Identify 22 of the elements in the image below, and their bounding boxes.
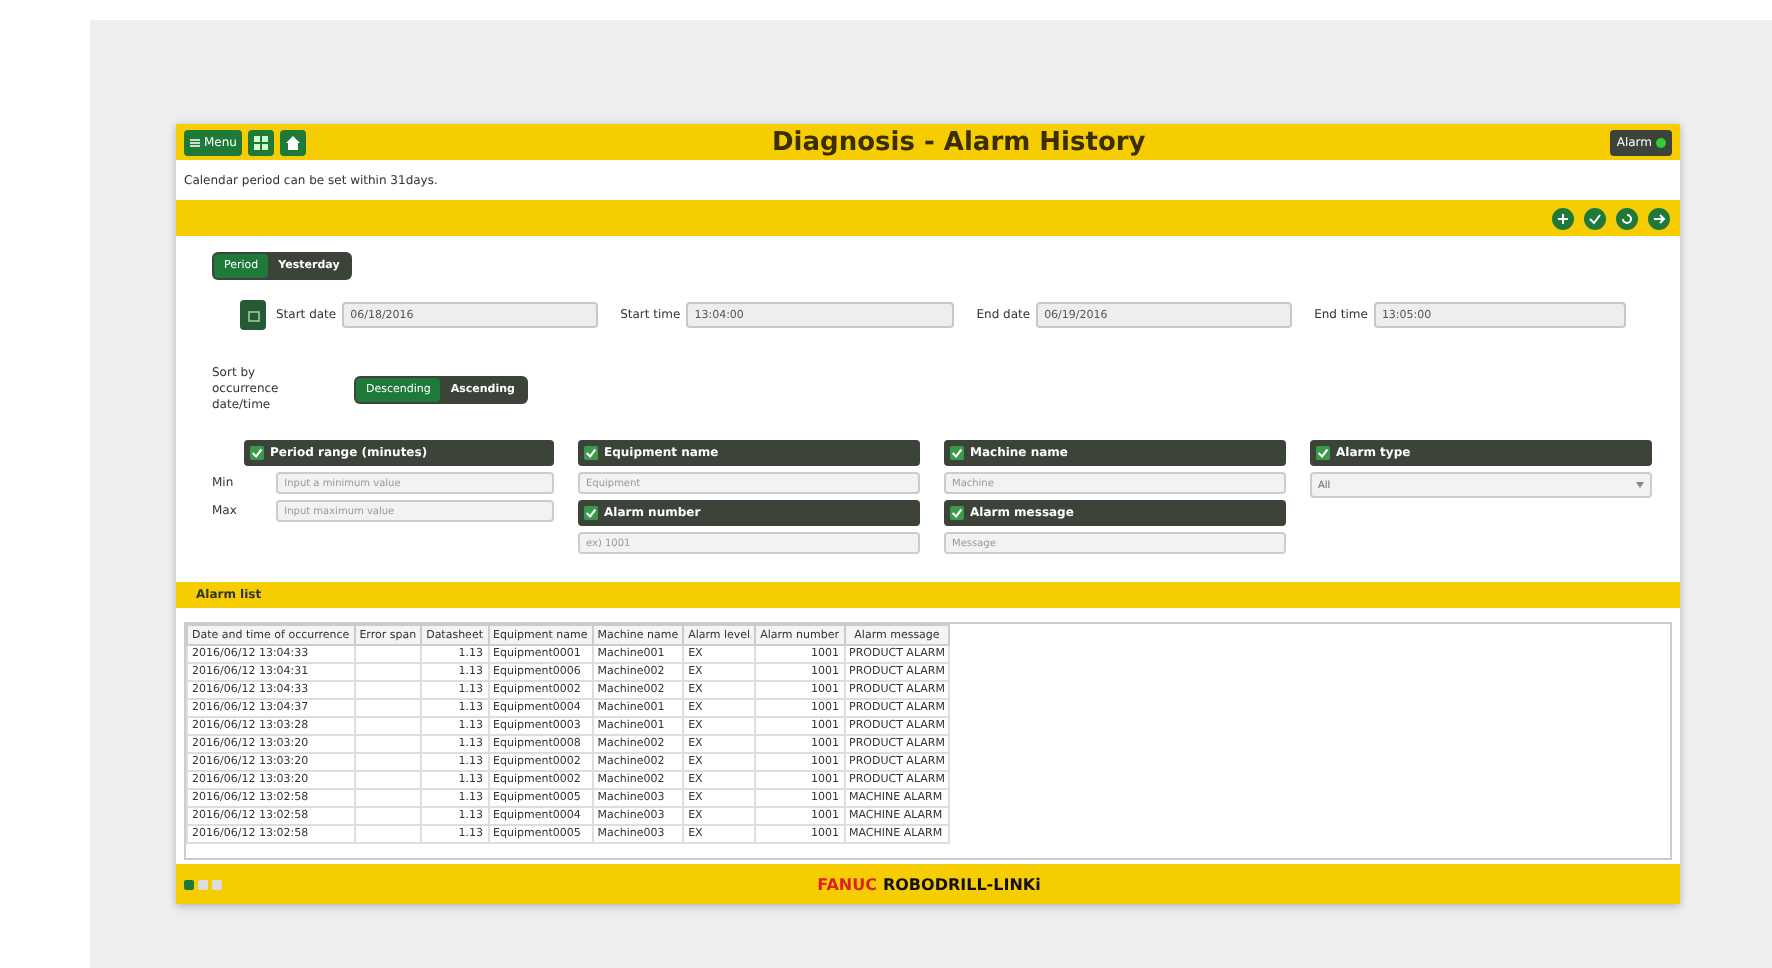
menu-icon bbox=[190, 137, 200, 147]
chevron-down-icon bbox=[1636, 482, 1644, 489]
grid-button[interactable] bbox=[248, 129, 275, 155]
calendar-button[interactable] bbox=[240, 300, 266, 330]
home-icon bbox=[286, 135, 301, 149]
page-title: Diagnosis - Alarm History bbox=[770, 127, 1148, 157]
checkmark-icon bbox=[1316, 446, 1330, 461]
brand-maker: FANUC bbox=[817, 875, 877, 893]
status-dot-icon bbox=[1656, 137, 1666, 147]
toolbar-icon[interactable] bbox=[1552, 207, 1574, 229]
toolbar-icon[interactable] bbox=[1584, 207, 1606, 229]
checkmark-icon bbox=[950, 506, 964, 521]
toolbar-icon[interactable] bbox=[1616, 207, 1638, 229]
brand-product: ROBODRILL-LINKi bbox=[882, 875, 1041, 893]
grid-icon bbox=[254, 135, 269, 149]
checkmark-icon bbox=[250, 446, 264, 461]
home-button[interactable] bbox=[280, 129, 307, 155]
checkmark-icon bbox=[584, 446, 598, 461]
toolbar-icon[interactable] bbox=[1648, 207, 1670, 229]
checkmark-icon bbox=[584, 506, 598, 521]
page-indicator[interactable] bbox=[184, 879, 194, 889]
checkmark-icon bbox=[950, 446, 964, 461]
